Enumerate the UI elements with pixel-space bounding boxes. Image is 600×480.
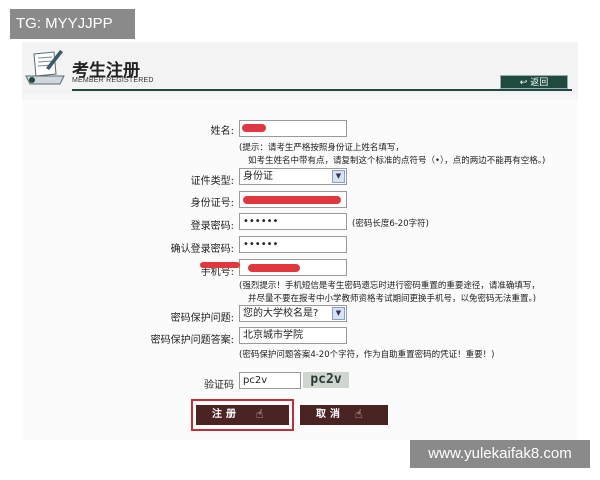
security-answer-label: 密码保护问题答案: [150,335,234,346]
registration-logo-icon [24,46,66,90]
security-question-value: 您的大学校名是? [243,308,319,319]
name-input[interactable] [239,120,347,137]
phone-hint-line1: (强烈提示！手机短信是考生密码遗忘时进行密码重置的重要途径，请准确填写， [239,281,540,291]
phone-hint-line2: 并尽量不要在报考中小学教师资格考试期间更换手机号，以免密码无法重置。) [248,294,537,304]
id-number-input[interactable] [239,191,347,208]
register-button[interactable]: 注册 [196,405,289,425]
watermark-top-left: TG: MYYJJPP [10,9,135,39]
chevron-down-icon[interactable]: ▼ [332,307,345,320]
id-number-label: 身份证号: [190,198,234,209]
name-hint-line2: 如考生姓名中带有点，请复制这个标准的点符号（•），点的两边不能再有空格。) [248,156,546,166]
captcha-image[interactable]: pc2v [303,372,349,388]
id-type-label: 证件类型: [190,176,234,187]
id-number-redaction [243,196,341,204]
return-label: 返回 [530,78,549,88]
phone-label-redaction [200,262,240,268]
password-hint: (密码长度6-20字符) [352,219,429,229]
phone-redaction [248,264,300,272]
phone-input[interactable] [239,259,347,276]
watermark-bottom-right: www.yulekaifak8.com [410,440,590,468]
security-question-select[interactable]: 您的大学校名是? ▼ [239,305,347,322]
confirm-password-input[interactable]: •••••• [239,236,347,253]
confirm-password-label: 确认登录密码: [170,244,234,255]
password-label: 登录密码: [190,221,234,232]
chevron-down-icon[interactable]: ▼ [332,170,345,183]
id-type-select[interactable]: 身份证 ▼ [239,168,347,185]
register-label: 注册 [212,409,240,420]
security-question-label: 密码保护问题: [170,313,234,324]
pointer-cursor-icon: ☝ [256,407,264,421]
pointer-cursor-icon: ☝ [355,407,363,421]
return-button[interactable]: ↩ 返回 [500,75,568,89]
name-hint-line1: (提示：请考生严格按照身份证上姓名填写， [239,143,404,153]
cancel-button[interactable]: 取消 [300,405,388,425]
name-label: 姓名: [210,126,234,137]
password-input[interactable]: •••••• [239,213,347,230]
header-divider [72,89,572,91]
captcha-input[interactable]: pc2v [239,372,301,389]
captcha-label: 验证码 [204,380,234,391]
page-subtitle: MEMBER REGISTERED [72,77,154,84]
cancel-label: 取消 [316,409,344,420]
id-type-value: 身份证 [243,171,273,182]
security-answer-input[interactable]: 北京城市学院 [239,327,347,344]
security-answer-hint: (密码保护问题答案4-20个字符，作为自助重置密码的凭证！重要！) [239,350,495,360]
name-redaction [242,124,266,132]
return-arrow-icon: ↩ [519,78,531,88]
